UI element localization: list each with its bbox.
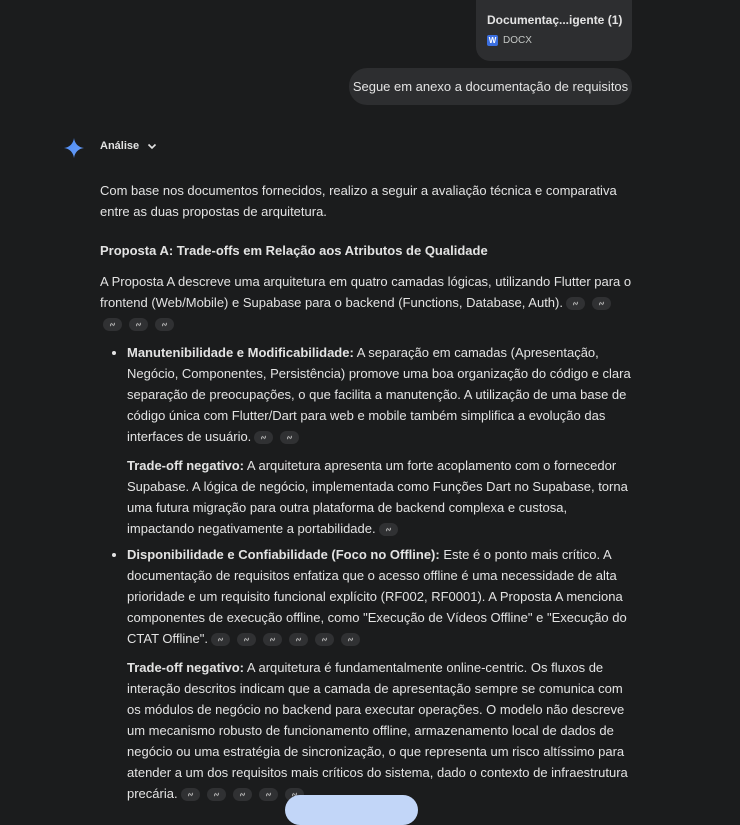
attachment-type: DOCX <box>503 35 532 46</box>
tradeoff-title: Trade-off negativo: <box>127 660 245 675</box>
citation-link-icon[interactable] <box>262 633 282 647</box>
citation-link-icon[interactable] <box>210 633 230 647</box>
analysis-toggle[interactable]: Análise <box>100 140 158 152</box>
response-content: Com base nos documentos fornecidos, real… <box>100 180 635 809</box>
citation-link-icon[interactable] <box>103 318 122 332</box>
analysis-label: Análise <box>100 140 140 152</box>
description-paragraph: A Proposta A descreve uma arquitetura em… <box>100 271 635 334</box>
citation-link-icon[interactable] <box>591 297 611 311</box>
chevron-down-icon <box>148 143 157 150</box>
tradeoff-text: Trade-off negativo: A arquitetura é fund… <box>127 657 635 804</box>
bullet-item: Disponibilidade e Confiabilidade (Foco n… <box>127 544 635 804</box>
citation-link-icon[interactable] <box>232 788 252 802</box>
citation-link-icon[interactable] <box>129 318 148 332</box>
citation-link-icon[interactable] <box>565 297 585 311</box>
word-icon: W <box>487 35 498 46</box>
tradeoff-body: A arquitetura é fundamentalmente online-… <box>127 660 628 801</box>
citation-link-icon[interactable] <box>288 633 308 647</box>
citation-link-icon[interactable] <box>180 788 200 802</box>
bullet-text: Disponibilidade e Confiabilidade (Foco n… <box>127 544 635 649</box>
citation-link-icon[interactable] <box>206 788 226 802</box>
bullet-text: Manutenibilidade e Modificabilidade: A s… <box>127 342 635 447</box>
intro-paragraph: Com base nos documentos fornecidos, real… <box>100 183 617 219</box>
citation-link-icon[interactable] <box>254 431 274 445</box>
paragraph-text: A Proposta A descreve uma arquitetura em… <box>100 274 632 310</box>
section-heading: Proposta A: Trade-offs em Relação aos At… <box>100 243 488 258</box>
attachment-card[interactable]: Documentaç...igente (1) W DOCX <box>476 0 632 61</box>
bullet-list: Manutenibilidade e Modificabilidade: A s… <box>100 342 635 804</box>
attachment-name: Documentaç...igente (1) <box>487 13 623 27</box>
tradeoff-title: Trade-off negativo: <box>127 458 245 473</box>
user-message-bubble: Segue em anexo a documentação de requisi… <box>349 68 632 105</box>
citation-link-icon[interactable] <box>280 431 300 445</box>
gemini-spark-icon <box>64 138 84 158</box>
bullet-title: Manutenibilidade e Modificabilidade: <box>127 345 354 360</box>
citation-link-icon[interactable] <box>258 788 278 802</box>
attachment-type-row: W DOCX <box>487 35 622 46</box>
scroll-to-bottom-button[interactable] <box>285 795 418 825</box>
citation-link-icon[interactable] <box>314 633 334 647</box>
bullet-item: Manutenibilidade e Modificabilidade: A s… <box>127 342 635 539</box>
citation-link-icon[interactable] <box>155 318 174 332</box>
citation-link-icon[interactable] <box>236 633 256 647</box>
citation-link-icon[interactable] <box>340 633 360 647</box>
tradeoff-text: Trade-off negativo: A arquitetura aprese… <box>127 455 635 539</box>
citation-link-icon[interactable] <box>378 523 398 537</box>
bullet-title: Disponibilidade e Confiabilidade (Foco n… <box>127 547 440 562</box>
